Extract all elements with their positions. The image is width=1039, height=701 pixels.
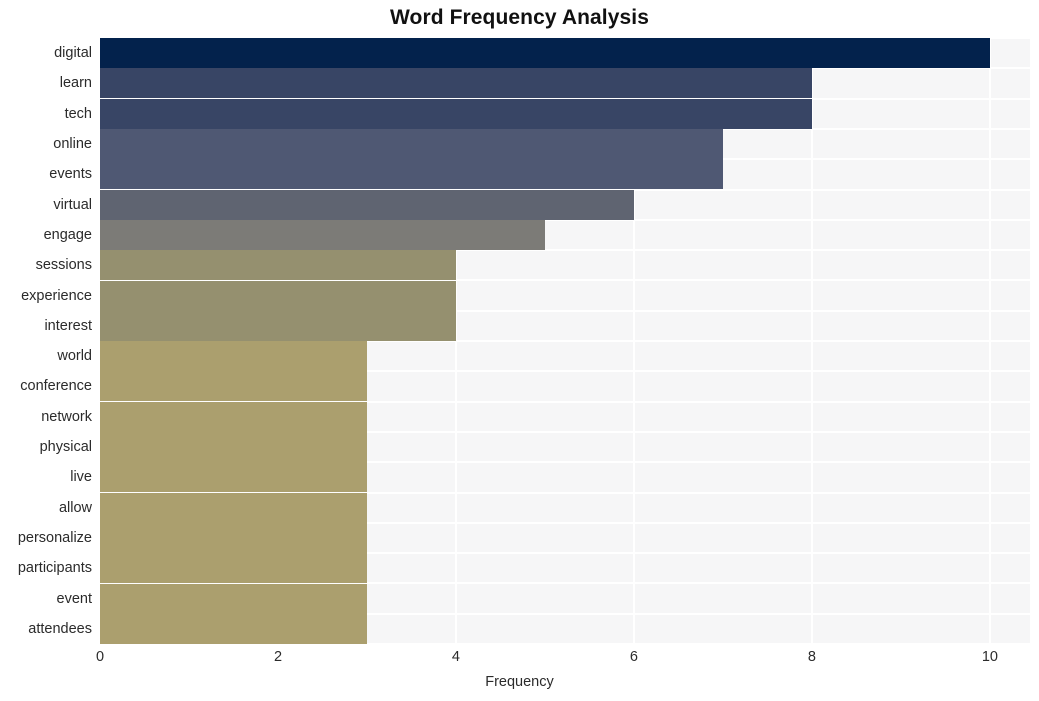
bar-personalize[interactable] [100,522,367,553]
bar-learn[interactable] [100,68,812,99]
bar-tech[interactable] [100,98,812,129]
bar-row [100,553,1030,584]
bar-row [100,98,1030,129]
bar-network[interactable] [100,401,367,432]
bar-sessions[interactable] [100,250,456,281]
y-tick-label-engage: engage [43,226,92,243]
bar-row [100,341,1030,372]
bar-events[interactable] [100,159,723,190]
y-tick-label-live: live [70,469,92,486]
y-tick-label-sessions: sessions [35,257,92,273]
bar-event[interactable] [100,583,367,614]
y-tick-label-attendees: attendees [28,620,92,637]
y-tick-label-network: network [41,408,92,425]
bar-conference[interactable] [100,371,367,402]
bar-interest[interactable] [100,310,456,341]
y-tick-label-conference: conference [20,378,92,395]
bar-row [100,219,1030,250]
y-tick-label-event: event [56,590,92,607]
bar-row [100,432,1030,463]
y-axis: digital learn tech online events virtual engag… [0,0,100,701]
x-tick-label-0: 0 [95,649,105,665]
y-tick-label-events: events [49,166,92,183]
y-tick-label-tech: tech [64,105,92,122]
y-tick-label-online: online [53,135,92,152]
bar-allow[interactable] [100,492,367,523]
bar-row [100,401,1030,432]
bar-live[interactable] [100,462,367,493]
x-tick-label-2: 2 [273,649,283,665]
y-tick-label-participants: participants [17,560,92,576]
bar-row [100,462,1030,493]
x-tick-label-4: 4 [451,649,461,665]
bar-participants[interactable] [100,553,367,584]
plot-area [100,38,1030,644]
bar-row [100,250,1030,281]
bar-row [100,583,1030,614]
x-tick-label-6: 6 [629,649,639,665]
bar-experience[interactable] [100,280,456,311]
chart-title: Word Frequency Analysis [389,6,650,29]
bar-row [100,38,1030,69]
y-tick-label-allow: allow [58,499,92,516]
y-tick-label-physical: physical [39,438,92,455]
bar-physical[interactable] [100,432,367,463]
x-tick-label-8: 8 [807,649,816,665]
y-tick-label-digital: digital [54,44,92,61]
y-tick-label-experience: experience [21,287,92,304]
x-axis-label: Frequency [485,674,554,690]
bar-engage[interactable] [100,219,545,250]
word-frequency-chart: Word Frequency Analysis digital learn tech… [0,0,1039,701]
bar-row [100,310,1030,341]
bar-row [100,189,1030,220]
y-tick-label-world: world [57,347,92,364]
y-tick-label-virtual: virtual [53,196,92,213]
bar-row [100,492,1030,523]
y-tick-label-learn: learn [59,75,92,92]
bar-online[interactable] [100,129,723,160]
bar-row [100,371,1030,402]
bar-row [100,129,1030,160]
bar-row [100,68,1030,99]
bar-world[interactable] [100,341,367,372]
y-tick-label-personalize: personalize [17,529,92,546]
bar-attendees[interactable] [100,613,367,644]
bar-digital[interactable] [100,38,990,69]
bar-row [100,280,1030,311]
bar-virtual[interactable] [100,189,634,220]
x-tick-label-10: 10 [981,649,999,665]
bar-row [100,159,1030,190]
bar-row [100,613,1030,644]
y-tick-label-interest: interest [44,317,92,334]
bar-row [100,522,1030,553]
